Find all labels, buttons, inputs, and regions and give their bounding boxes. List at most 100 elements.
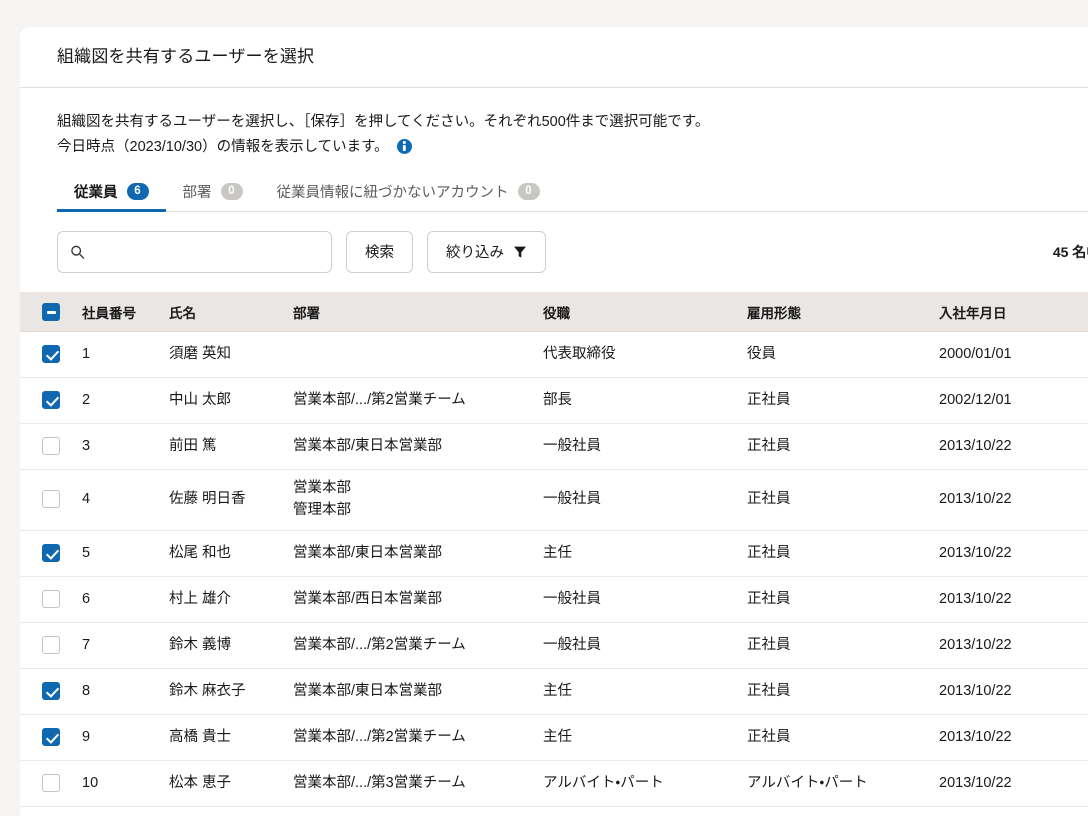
cell-employee-id: 6 <box>82 576 169 623</box>
cell-hire-date: 2013/10/22 <box>939 668 1088 715</box>
cell-position: 代表取締役 <box>543 331 747 379</box>
tab-employees[interactable]: 従業員 6 <box>57 181 166 212</box>
cell-department: 営業本部/東日本営業部 <box>293 530 543 577</box>
row-checkbox[interactable] <box>42 589 60 608</box>
column-header-employment[interactable]: 雇用形態 <box>747 291 939 333</box>
row-checkbox-cell <box>20 576 82 623</box>
tab-departments-label: 部署 <box>182 184 212 201</box>
cell-employee-id <box>82 806 169 816</box>
tab-bar: 従業員 6 部署 0 従業員情報に紐づかないアカウント 0 <box>20 174 1088 212</box>
cell-department-line-2: 管理本部 <box>293 502 351 519</box>
column-header-position[interactable]: 役職 <box>543 291 747 333</box>
row-checkbox-cell <box>20 760 82 807</box>
search-button[interactable]: 検索 <box>346 230 413 273</box>
cell-department: 営業本部/西日本営業部 <box>293 576 543 623</box>
row-checkbox-cell <box>20 469 82 531</box>
table-row[interactable]: 8 鈴木 麻衣子 営業本部/東日本営業部 主任 正社員 2013/10/22 <box>20 668 1088 715</box>
tab-employees-badge: 6 <box>126 182 149 200</box>
result-count-text: 45 名中 1 - 20 <box>1052 243 1088 260</box>
cell-employee-id: 10 <box>82 760 169 807</box>
row-checkbox-cell <box>20 530 82 577</box>
row-checkbox[interactable] <box>42 681 60 700</box>
cell-department: 営業本部/.../第3営業チーム <box>293 760 543 807</box>
tab-departments[interactable]: 部署 0 <box>166 181 260 212</box>
cell-name: 高橋 貴士 <box>169 714 293 761</box>
description-block: 組織図を共有するユーザーを選択し、［保存］を押してください。それぞれ500件まで… <box>20 88 1088 160</box>
cell-name: 村上 雄介 <box>169 576 293 623</box>
column-header-hire-date[interactable]: 入社年月日 <box>939 291 1088 333</box>
row-checkbox[interactable] <box>42 635 60 654</box>
cell-employment: 正社員 <box>747 469 939 531</box>
filter-button[interactable]: 絞り込み <box>427 230 546 273</box>
cell-employee-id: 2 <box>82 377 169 425</box>
table-row[interactable]: 4 佐藤 明日香 営業本部 管理本部 一般社員 正社員 2013/10/22 <box>20 469 1088 531</box>
row-checkbox[interactable] <box>42 391 60 410</box>
cell-position: 一般社員 <box>543 576 747 623</box>
filter-button-label: 絞り込み <box>446 245 504 262</box>
row-checkbox-cell <box>20 622 82 669</box>
cell-department: 営業本部/.../第2営業チーム <box>293 714 543 761</box>
column-header-employee-id[interactable]: 社員番号 <box>82 291 169 333</box>
employee-table-wrap: 社員番号 氏名 部署 役職 雇用形態 入社年月日 1 須磨 英知 代表取締役 役… <box>20 291 1088 816</box>
cell-department <box>293 331 543 379</box>
cell-employment: 正社員 <box>747 530 939 577</box>
card-header: 組織図を共有するユーザーを選択 <box>20 27 1088 88</box>
cell-department: 営業本部/.../第2営業チーム <box>293 622 543 669</box>
row-checkbox-cell <box>20 377 82 425</box>
table-row[interactable]: 7 鈴木 義博 営業本部/.../第2営業チーム 一般社員 正社員 2013/1… <box>20 622 1088 669</box>
table-row[interactable]: 10 松本 恵子 営業本部/.../第3営業チーム アルバイト・パート アルバイ… <box>20 760 1088 807</box>
cell-name: 松本 恵子 <box>169 760 293 807</box>
row-checkbox-cell <box>20 714 82 761</box>
row-checkbox[interactable] <box>42 727 60 746</box>
cell-employee-id: 4 <box>82 469 169 531</box>
table-row[interactable]: 6 村上 雄介 営業本部/西日本営業部 一般社員 正社員 2013/10/22 <box>20 576 1088 623</box>
cell-department-line-1: 営業本部 <box>293 480 351 497</box>
row-checkbox[interactable] <box>42 543 60 562</box>
tab-unlinked-accounts-label: 従業員情報に紐づかないアカウント <box>276 184 509 201</box>
cell-hire-date: 2013/10/22 <box>939 469 1088 531</box>
row-checkbox[interactable] <box>42 490 60 509</box>
table-row[interactable]: 1 須磨 英知 代表取締役 役員 2000/01/01 <box>20 331 1088 379</box>
cell-department: 営業本部/.../第2営業チーム <box>293 377 543 425</box>
cell-employment <box>747 806 939 816</box>
cell-employee-id: 8 <box>82 668 169 715</box>
info-icon[interactable] <box>396 138 412 154</box>
cell-employment: 正社員 <box>747 668 939 715</box>
table-row[interactable]: 9 高橋 貴士 営業本部/.../第2営業チーム 主任 正社員 2013/10/… <box>20 714 1088 761</box>
table-header-row: 社員番号 氏名 部署 役職 雇用形態 入社年月日 <box>20 291 1088 333</box>
cell-position: 主任 <box>543 714 747 761</box>
card-body: 組織図を共有するユーザーを選択し、［保存］を押してください。それぞれ500件まで… <box>20 88 1088 816</box>
description-line-2: 今日時点（2023/10/30）の情報を表示しています。 <box>57 138 389 155</box>
column-header-department[interactable]: 部署 <box>293 291 543 333</box>
row-checkbox-cell <box>20 331 82 379</box>
search-input[interactable] <box>57 230 332 273</box>
page-root: 組織図を共有するユーザーを選択 組織図を共有するユーザーを選択し、［保存］を押し… <box>0 0 1088 816</box>
cell-name: 前田 篤 <box>169 423 293 471</box>
table-row[interactable]: 5 松尾 和也 営業本部/東日本営業部 主任 正社員 2013/10/22 <box>20 530 1088 577</box>
cell-hire-date: 2013/10/22 <box>939 530 1088 577</box>
cell-employment: 正社員 <box>747 377 939 425</box>
description-line-2-wrap: 今日時点（2023/10/30）の情報を表示しています。 <box>57 135 1088 160</box>
row-checkbox-cell <box>20 423 82 471</box>
cell-name: 佐藤 明日香 <box>169 469 293 531</box>
cell-department: 営業本部 管理本部 <box>293 469 543 531</box>
cell-department: 営業本部/東日本営業部 <box>293 423 543 471</box>
select-all-checkbox[interactable] <box>42 302 60 321</box>
table-row[interactable]: 営業本部 <box>20 806 1088 816</box>
row-checkbox[interactable] <box>42 437 60 456</box>
cell-name <box>169 806 293 816</box>
row-checkbox[interactable] <box>42 773 60 792</box>
cell-hire-date: 2000/01/01 <box>939 331 1088 379</box>
cell-hire-date: 2013/10/22 <box>939 576 1088 623</box>
cell-employment: 正社員 <box>747 423 939 471</box>
table-row[interactable]: 2 中山 太郎 営業本部/.../第2営業チーム 部長 正社員 2002/12/… <box>20 377 1088 425</box>
table-row[interactable]: 3 前田 篤 営業本部/東日本営業部 一般社員 正社員 2013/10/22 <box>20 423 1088 471</box>
share-org-chart-card: 組織図を共有するユーザーを選択 組織図を共有するユーザーを選択し、［保存］を押し… <box>20 27 1088 816</box>
row-checkbox-cell <box>20 668 82 715</box>
tab-unlinked-accounts[interactable]: 従業員情報に紐づかないアカウント 0 <box>260 181 557 212</box>
column-header-name[interactable]: 氏名 <box>169 291 293 333</box>
cell-employee-id: 1 <box>82 331 169 379</box>
cell-position: 部長 <box>543 377 747 425</box>
row-checkbox[interactable] <box>42 345 60 364</box>
cell-hire-date: 2002/12/01 <box>939 377 1088 425</box>
